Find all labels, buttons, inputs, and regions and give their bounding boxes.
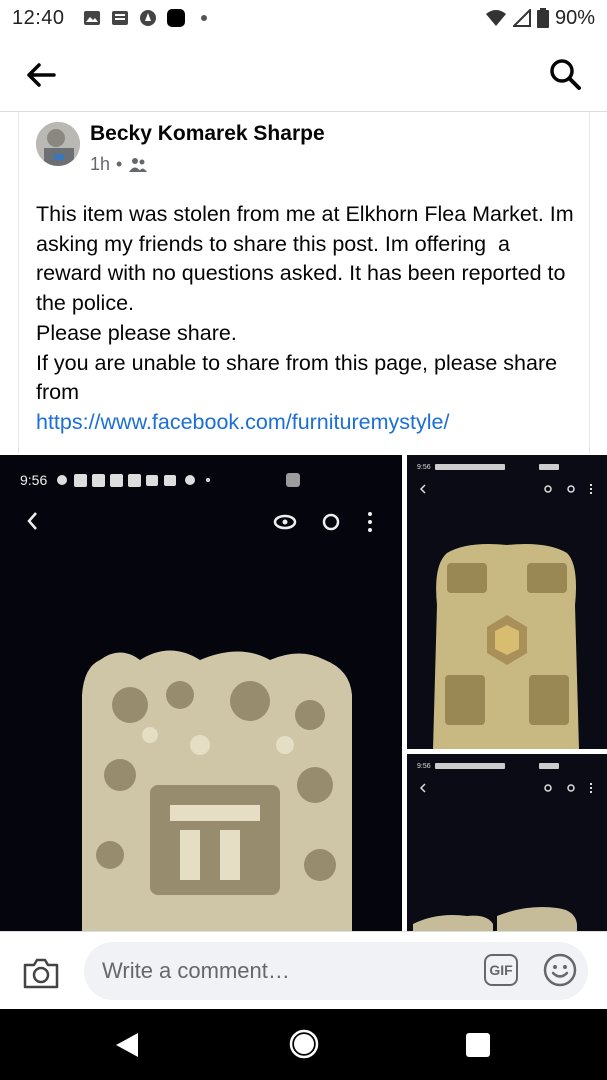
mini-status-time: 9:56: [417, 464, 431, 471]
signal-icon: [512, 9, 531, 27]
post-text-paragraph: If you are unable to share from this pag…: [36, 350, 564, 405]
photo-main[interactable]: 9:56: [0, 455, 402, 931]
post-card: Becky Komarek Sharpe 1h • This item was …: [18, 112, 590, 454]
top-bar: [0, 36, 607, 112]
wifi-icon: [485, 10, 506, 26]
photo-thumb-front[interactable]: 9:56: [407, 455, 607, 749]
triangle-back-icon[interactable]: [114, 1031, 140, 1059]
friends-icon: [129, 157, 148, 172]
post-author[interactable]: Becky Komarek Sharpe: [90, 122, 325, 146]
battery-icon: [536, 8, 549, 28]
android-nav-bar: [0, 1009, 607, 1080]
alarm-icon: [139, 10, 156, 26]
post-link[interactable]: https://www.facebook.com/furnituremystyl…: [36, 408, 576, 438]
post-time[interactable]: 1h: [90, 154, 110, 175]
photo-grid: 9:56 9:56 9:56: [0, 455, 607, 931]
post-meta: 1h •: [90, 154, 148, 175]
mini-status-time: 9:56: [417, 763, 431, 770]
avatar[interactable]: [36, 122, 80, 166]
camera-icon[interactable]: [22, 956, 60, 990]
gif-button[interactable]: GIF: [484, 954, 518, 986]
meta-separator: •: [116, 154, 123, 174]
carved-card-thumb: 9:56: [407, 455, 607, 749]
smiley-icon[interactable]: [543, 953, 577, 987]
post-text-paragraph: This item was stolen from me at Elkhorn …: [36, 202, 580, 316]
mini-status-time: 9:56: [20, 472, 47, 488]
image-icon: [83, 11, 100, 25]
status-time: 12:40: [12, 6, 65, 29]
dot-icon: [200, 15, 207, 21]
search-icon[interactable]: [547, 56, 583, 92]
battery-percent: 90%: [554, 6, 595, 29]
circle-home-icon[interactable]: [288, 1028, 320, 1060]
news-icon: [111, 11, 128, 25]
carved-card-photo: 9:56: [0, 455, 402, 931]
post-text-paragraph: Please please share.: [36, 320, 237, 345]
arrow-left-icon[interactable]: [24, 58, 58, 92]
post-text: This item was stolen from me at Elkhorn …: [36, 200, 576, 438]
app-icon: [166, 9, 185, 27]
photo-thumb-back[interactable]: 9:56: [407, 754, 607, 931]
carved-card-thumb: 9:56: [407, 754, 607, 931]
status-bar: 12:40 90%: [0, 0, 607, 36]
square-recents-icon[interactable]: [466, 1033, 490, 1057]
